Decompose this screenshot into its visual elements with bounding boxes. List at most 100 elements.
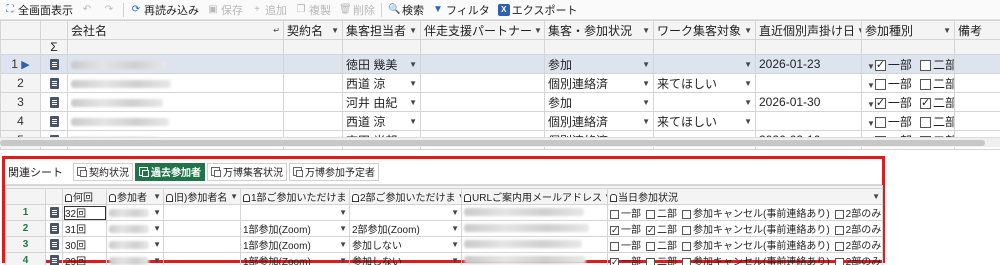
col-header-participant[interactable]: 参加者 ▼ [106, 188, 164, 205]
chevron-down-icon[interactable]: ▼ [857, 26, 860, 35]
checkbox-attend-part2[interactable] [646, 209, 655, 219]
old-participant-cell[interactable] [163, 204, 241, 221]
col-header-round[interactable]: 何回 [62, 188, 107, 205]
checkbox-part2[interactable] [919, 59, 931, 71]
chevron-down-icon[interactable]: ▼ [451, 256, 459, 265]
checkbox-attend-part2[interactable] [646, 241, 655, 251]
checkbox-part2-only[interactable] [834, 241, 844, 251]
partner-cell[interactable] [420, 73, 545, 93]
email-cell[interactable] [461, 236, 608, 253]
company-cell[interactable] [67, 92, 284, 112]
attendance-cell[interactable]: 一部二部参加キャンセル(事前連絡あり)2部のみ [606, 204, 884, 221]
col-header-old-participant[interactable]: 旧)参加者名 ▼ [163, 188, 241, 205]
chevron-down-icon[interactable]: ▼ [744, 98, 752, 107]
status-cell[interactable]: 個別連絡済▼ [544, 73, 654, 93]
round-cell[interactable]: 31回 [62, 220, 107, 237]
chevron-down-icon[interactable]: ▼ [744, 117, 752, 126]
chevron-down-icon[interactable]: ▼ [331, 26, 339, 35]
col-header-company[interactable]: 会社名 ↵ [67, 20, 284, 40]
record-doc-icon[interactable] [40, 111, 68, 131]
record-doc-icon[interactable] [40, 92, 68, 112]
round-cell[interactable]: 32回 [62, 204, 107, 221]
chevron-down-icon[interactable]: ▼ [153, 256, 161, 265]
target-cell[interactable]: ▼ [653, 92, 756, 112]
checkbox-attend-part1[interactable] [610, 225, 619, 236]
partner-cell[interactable] [420, 92, 545, 112]
chevron-down-icon[interactable]: ▼ [153, 224, 161, 233]
checkbox-cancel[interactable] [682, 257, 691, 265]
record-doc-icon[interactable] [45, 252, 63, 265]
part2-cell[interactable]: 参加しない ▼ [349, 252, 462, 265]
part2-cell[interactable]: 参加しない ▼ [349, 236, 462, 253]
row-number[interactable]: 2 [5, 220, 46, 237]
contract-cell[interactable] [283, 54, 343, 74]
row-number[interactable]: 3 [0, 92, 41, 112]
status-cell[interactable]: 参加 ▼ [544, 54, 654, 74]
checkbox-attend-part2[interactable] [646, 225, 655, 236]
chevron-down-icon[interactable]: ▼ [642, 26, 650, 35]
delete-button[interactable]: 🗑 削除 [335, 0, 379, 20]
checkbox-attend-part2[interactable] [646, 257, 655, 265]
row-number[interactable]: 1 ▶ [0, 54, 41, 74]
col-header-part2[interactable]: 2部ご参加いただけま▼ [349, 188, 462, 205]
rep-cell[interactable]: 西道 涼 ▼ [342, 111, 421, 131]
participant-cell[interactable]: ▼ [106, 236, 164, 253]
chevron-down-icon[interactable]: ▼ [744, 79, 752, 88]
chevron-down-icon[interactable]: ▼ [230, 192, 238, 201]
chevron-down-icon[interactable]: ▼ [872, 192, 880, 201]
date-cell[interactable] [755, 73, 862, 93]
rep-cell[interactable]: 西道 涼 ▼ [342, 73, 421, 93]
contract-cell[interactable] [283, 92, 343, 112]
email-cell[interactable] [461, 220, 608, 237]
contract-cell[interactable] [283, 111, 343, 131]
chevron-down-icon[interactable]: ▼ [153, 240, 161, 249]
table-row[interactable]: 4 西道 涼▼ 個別連絡済▼ 来てほしい▼ ▼一部二部 [0, 111, 1000, 131]
checkbox-part2[interactable] [919, 116, 931, 128]
search-button[interactable]: 🔍 検索 [384, 0, 428, 20]
copy-button[interactable]: ❐ 複製 [291, 0, 335, 20]
type-cell[interactable]: ▼一部二部 [861, 92, 955, 112]
checkbox-part2-only[interactable] [834, 225, 844, 235]
col-header-contract[interactable]: 契約名 ▼ [283, 20, 343, 40]
part1-cell[interactable]: 1部参加(Zoom) ▼ [240, 220, 350, 237]
chevron-down-icon[interactable]: ▼ [867, 100, 875, 109]
add-button[interactable]: + 追加 [247, 0, 291, 20]
row-number[interactable]: 3 [5, 236, 46, 253]
chevron-down-icon[interactable]: ▼ [409, 60, 417, 69]
row-number[interactable]: 4 [0, 111, 41, 131]
checkbox-part1[interactable] [874, 96, 886, 110]
old-participant-cell[interactable] [163, 252, 241, 265]
table-row[interactable]: 3 河井 由紀▼ 参加▼ ▼ 2026-01-30 ▼一部二部 [0, 92, 1000, 112]
chevron-down-icon[interactable]: ▼ [409, 98, 417, 107]
chevron-down-icon[interactable]: ▼ [642, 60, 650, 69]
chevron-down-icon[interactable]: ▼ [867, 81, 875, 90]
email-cell[interactable] [461, 252, 608, 265]
old-participant-cell[interactable] [163, 236, 241, 253]
chevron-down-icon[interactable]: ▼ [153, 192, 161, 201]
record-doc-icon[interactable] [45, 204, 63, 221]
chevron-down-icon[interactable]: ▼ [409, 26, 417, 35]
tab-expo-recruit-status[interactable]: 万博集客状況 [207, 162, 287, 181]
checkbox-cancel[interactable] [682, 225, 691, 235]
row-number[interactable]: 4 [5, 252, 46, 265]
participant-cell[interactable]: ▼ [106, 220, 164, 237]
date-cell[interactable] [755, 111, 862, 131]
tab-expo-planned-participants[interactable]: 万博参加予定者 [289, 162, 379, 181]
chevron-down-icon[interactable]: ▼ [339, 240, 347, 249]
participant-cell[interactable]: ▼ [106, 204, 164, 221]
chevron-down-icon[interactable]: ▼ [339, 256, 347, 265]
attendance-cell[interactable]: 一部二部参加キャンセル(事前連絡あり)2部のみ [606, 252, 884, 265]
target-cell[interactable]: 来てほしい ▼ [653, 73, 756, 93]
chevron-down-icon[interactable]: ▼ [867, 62, 875, 71]
col-header-rep[interactable]: 集客担当者 ▼ [342, 20, 421, 40]
export-button[interactable]: X エクスポート [494, 0, 582, 20]
type-cell[interactable]: ▼一部二部 [861, 111, 955, 131]
partner-cell[interactable] [420, 54, 545, 74]
tab-contract-status[interactable]: 契約状況 [73, 162, 133, 181]
record-doc-icon[interactable] [45, 236, 63, 253]
row-number[interactable]: 2 [0, 73, 41, 93]
company-cell[interactable] [67, 111, 284, 131]
chevron-down-icon[interactable]: ▼ [744, 26, 752, 35]
col-header-part1[interactable]: 1部ご参加いただけま▼ [240, 188, 350, 205]
tab-past-participants[interactable]: 過去参加者 [135, 162, 205, 181]
